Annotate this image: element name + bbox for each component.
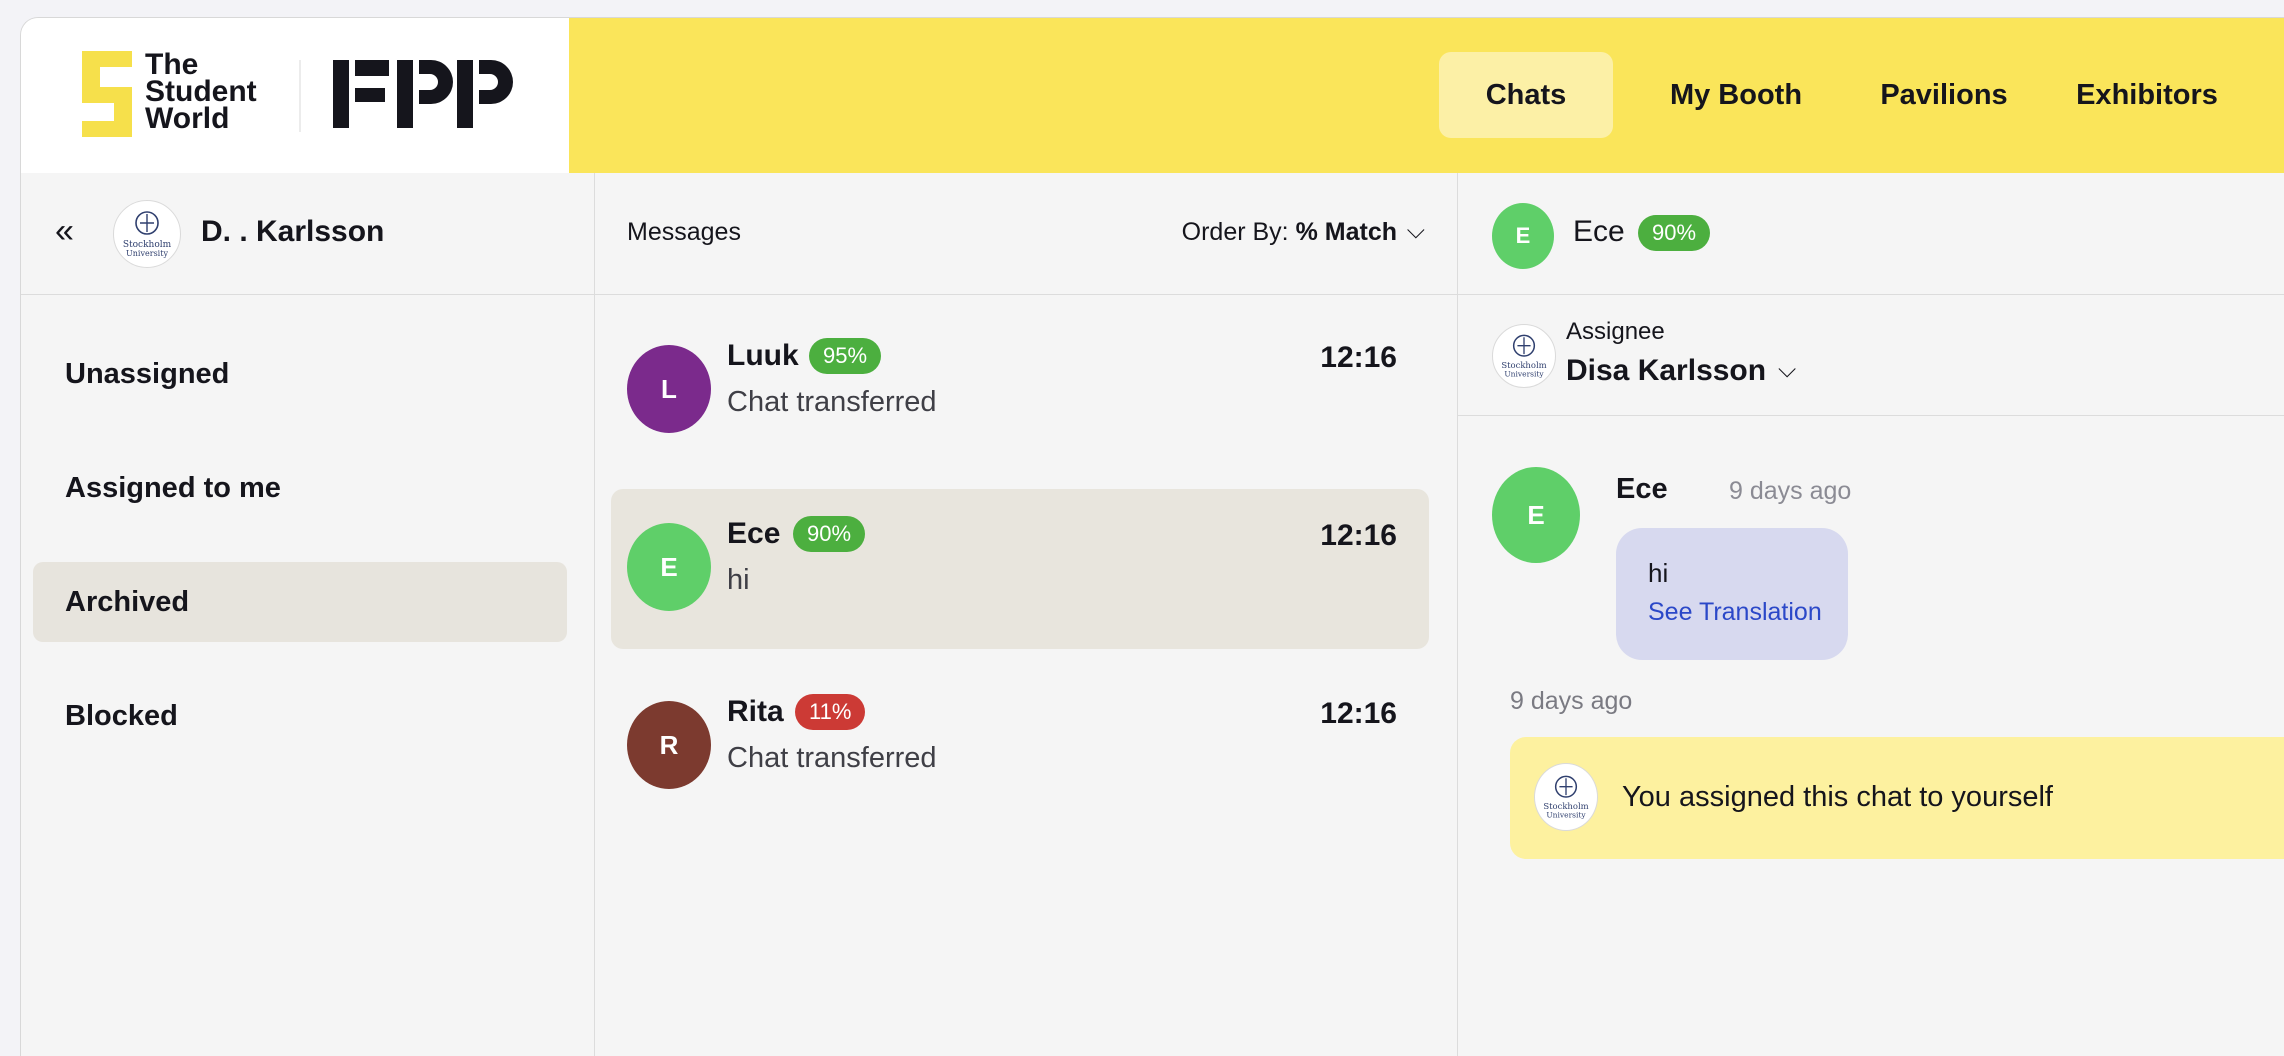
chat-header: E Ece 90% bbox=[1458, 173, 2284, 295]
logo-text: The Student World bbox=[145, 48, 257, 135]
avatar: E bbox=[1492, 467, 1580, 563]
assignee-name: Disa Karlsson bbox=[1566, 354, 1767, 387]
sidebar-header: « Stockholm University D. . Karlsson bbox=[21, 173, 594, 295]
sidebar-item-archived[interactable]: Archived bbox=[33, 562, 567, 642]
message-text: hi bbox=[1648, 558, 1669, 588]
nav-chats[interactable]: Chats bbox=[1439, 52, 1613, 138]
order-by-dropdown[interactable]: Order By: % Match bbox=[1182, 218, 1397, 247]
svg-text:University: University bbox=[126, 249, 168, 258]
fpp-logo-icon bbox=[333, 60, 513, 128]
conversation-preview: Chat transferred bbox=[727, 386, 937, 418]
assignee-selector[interactable]: Stockholm University Assignee Disa Karls… bbox=[1458, 294, 2284, 416]
conversation-name: Luuk bbox=[727, 339, 799, 372]
stockholm-university-logo: Stockholm University bbox=[113, 200, 181, 268]
order-by-label: Order By: bbox=[1181, 218, 1289, 246]
conversation-preview: Chat transferred bbox=[727, 742, 937, 774]
left-sidebar: « Stockholm University D. . Karlsson Una… bbox=[21, 173, 595, 1056]
system-message-text: You assigned this chat to yourself bbox=[1622, 781, 2053, 813]
stockholm-university-logo: Stockholm University bbox=[1492, 324, 1556, 388]
conversation-item[interactable]: L Luuk 95% 12:16 Chat transferred bbox=[611, 311, 1429, 471]
conversation-time: 12:16 bbox=[1320, 341, 1397, 374]
match-badge: 11% bbox=[795, 694, 866, 730]
match-badge: 90% bbox=[1638, 215, 1711, 251]
messages-column: Messages Order By: % Match ⌵ L Luuk 95% … bbox=[595, 173, 1458, 1056]
conversation-time: 12:16 bbox=[1320, 519, 1397, 552]
svg-text:Stockholm: Stockholm bbox=[1543, 801, 1588, 811]
message-time: 9 days ago bbox=[1729, 477, 1852, 505]
avatar: L bbox=[627, 345, 711, 433]
conversation-name: Ece bbox=[727, 517, 781, 550]
sidebar-item-blocked[interactable]: Blocked bbox=[33, 676, 567, 756]
match-badge: 90% bbox=[793, 516, 866, 552]
nav-pavilions[interactable]: Pavilions bbox=[1859, 52, 2029, 138]
conversation-name: Rita bbox=[727, 695, 784, 728]
logo-area[interactable]: The Student World bbox=[21, 18, 569, 173]
messages-title: Messages bbox=[627, 218, 741, 246]
messages-header: Messages Order By: % Match ⌵ bbox=[595, 173, 1457, 295]
svg-text:University: University bbox=[1504, 370, 1544, 379]
nav-exhibitors[interactable]: Exhibitors bbox=[2049, 52, 2245, 138]
nav-my-booth[interactable]: My Booth bbox=[1641, 52, 1831, 138]
sidebar-item-assigned-to-me[interactable]: Assigned to me bbox=[33, 448, 567, 528]
system-message-time: 9 days ago bbox=[1510, 687, 1633, 715]
logo-divider bbox=[299, 60, 301, 132]
system-message: Stockholm University You assigned this c… bbox=[1510, 737, 2284, 859]
the-student-world-logo-icon bbox=[82, 51, 132, 137]
conversation-time: 12:16 bbox=[1320, 697, 1397, 730]
assignee-label: Assignee bbox=[1566, 318, 1665, 345]
conversation-item[interactable]: E Ece 90% 12:16 hi bbox=[611, 489, 1429, 649]
stockholm-university-logo: Stockholm University bbox=[1534, 763, 1598, 831]
double-chevron-left-icon[interactable]: « bbox=[55, 211, 74, 251]
sidebar-item-unassigned[interactable]: Unassigned bbox=[33, 334, 567, 414]
chevron-down-icon[interactable]: ⌵ bbox=[1407, 217, 1425, 245]
chevron-down-icon[interactable]: ⌵ bbox=[1778, 356, 1796, 384]
current-user-name: D. . Karlsson bbox=[201, 215, 385, 248]
avatar: R bbox=[627, 701, 711, 789]
avatar: E bbox=[1492, 203, 1554, 269]
main-nav: Chats My Booth Pavilions Exhibitors bbox=[569, 18, 2284, 173]
conversation-item[interactable]: R Rita 11% 12:16 Chat transferred bbox=[611, 667, 1429, 827]
avatar: E bbox=[627, 523, 711, 611]
svg-text:University: University bbox=[1546, 811, 1586, 820]
match-badge: 95% bbox=[809, 338, 882, 374]
svg-text:Stockholm: Stockholm bbox=[1501, 360, 1546, 370]
app-window: The Student World Chats My Booth Pavilio… bbox=[20, 17, 2284, 1056]
chat-panel: E Ece 90% Stockholm University Assignee … bbox=[1458, 173, 2284, 1056]
top-header: The Student World Chats My Booth Pavilio… bbox=[21, 18, 2284, 173]
chat-contact-name: Ece bbox=[1573, 215, 1625, 248]
order-by-value: % Match bbox=[1295, 218, 1397, 246]
message-author: Ece bbox=[1616, 473, 1668, 505]
message-bubble: hi See Translation bbox=[1616, 528, 1848, 660]
see-translation-link[interactable]: See Translation bbox=[1648, 598, 1822, 627]
conversation-preview: hi bbox=[727, 564, 750, 596]
